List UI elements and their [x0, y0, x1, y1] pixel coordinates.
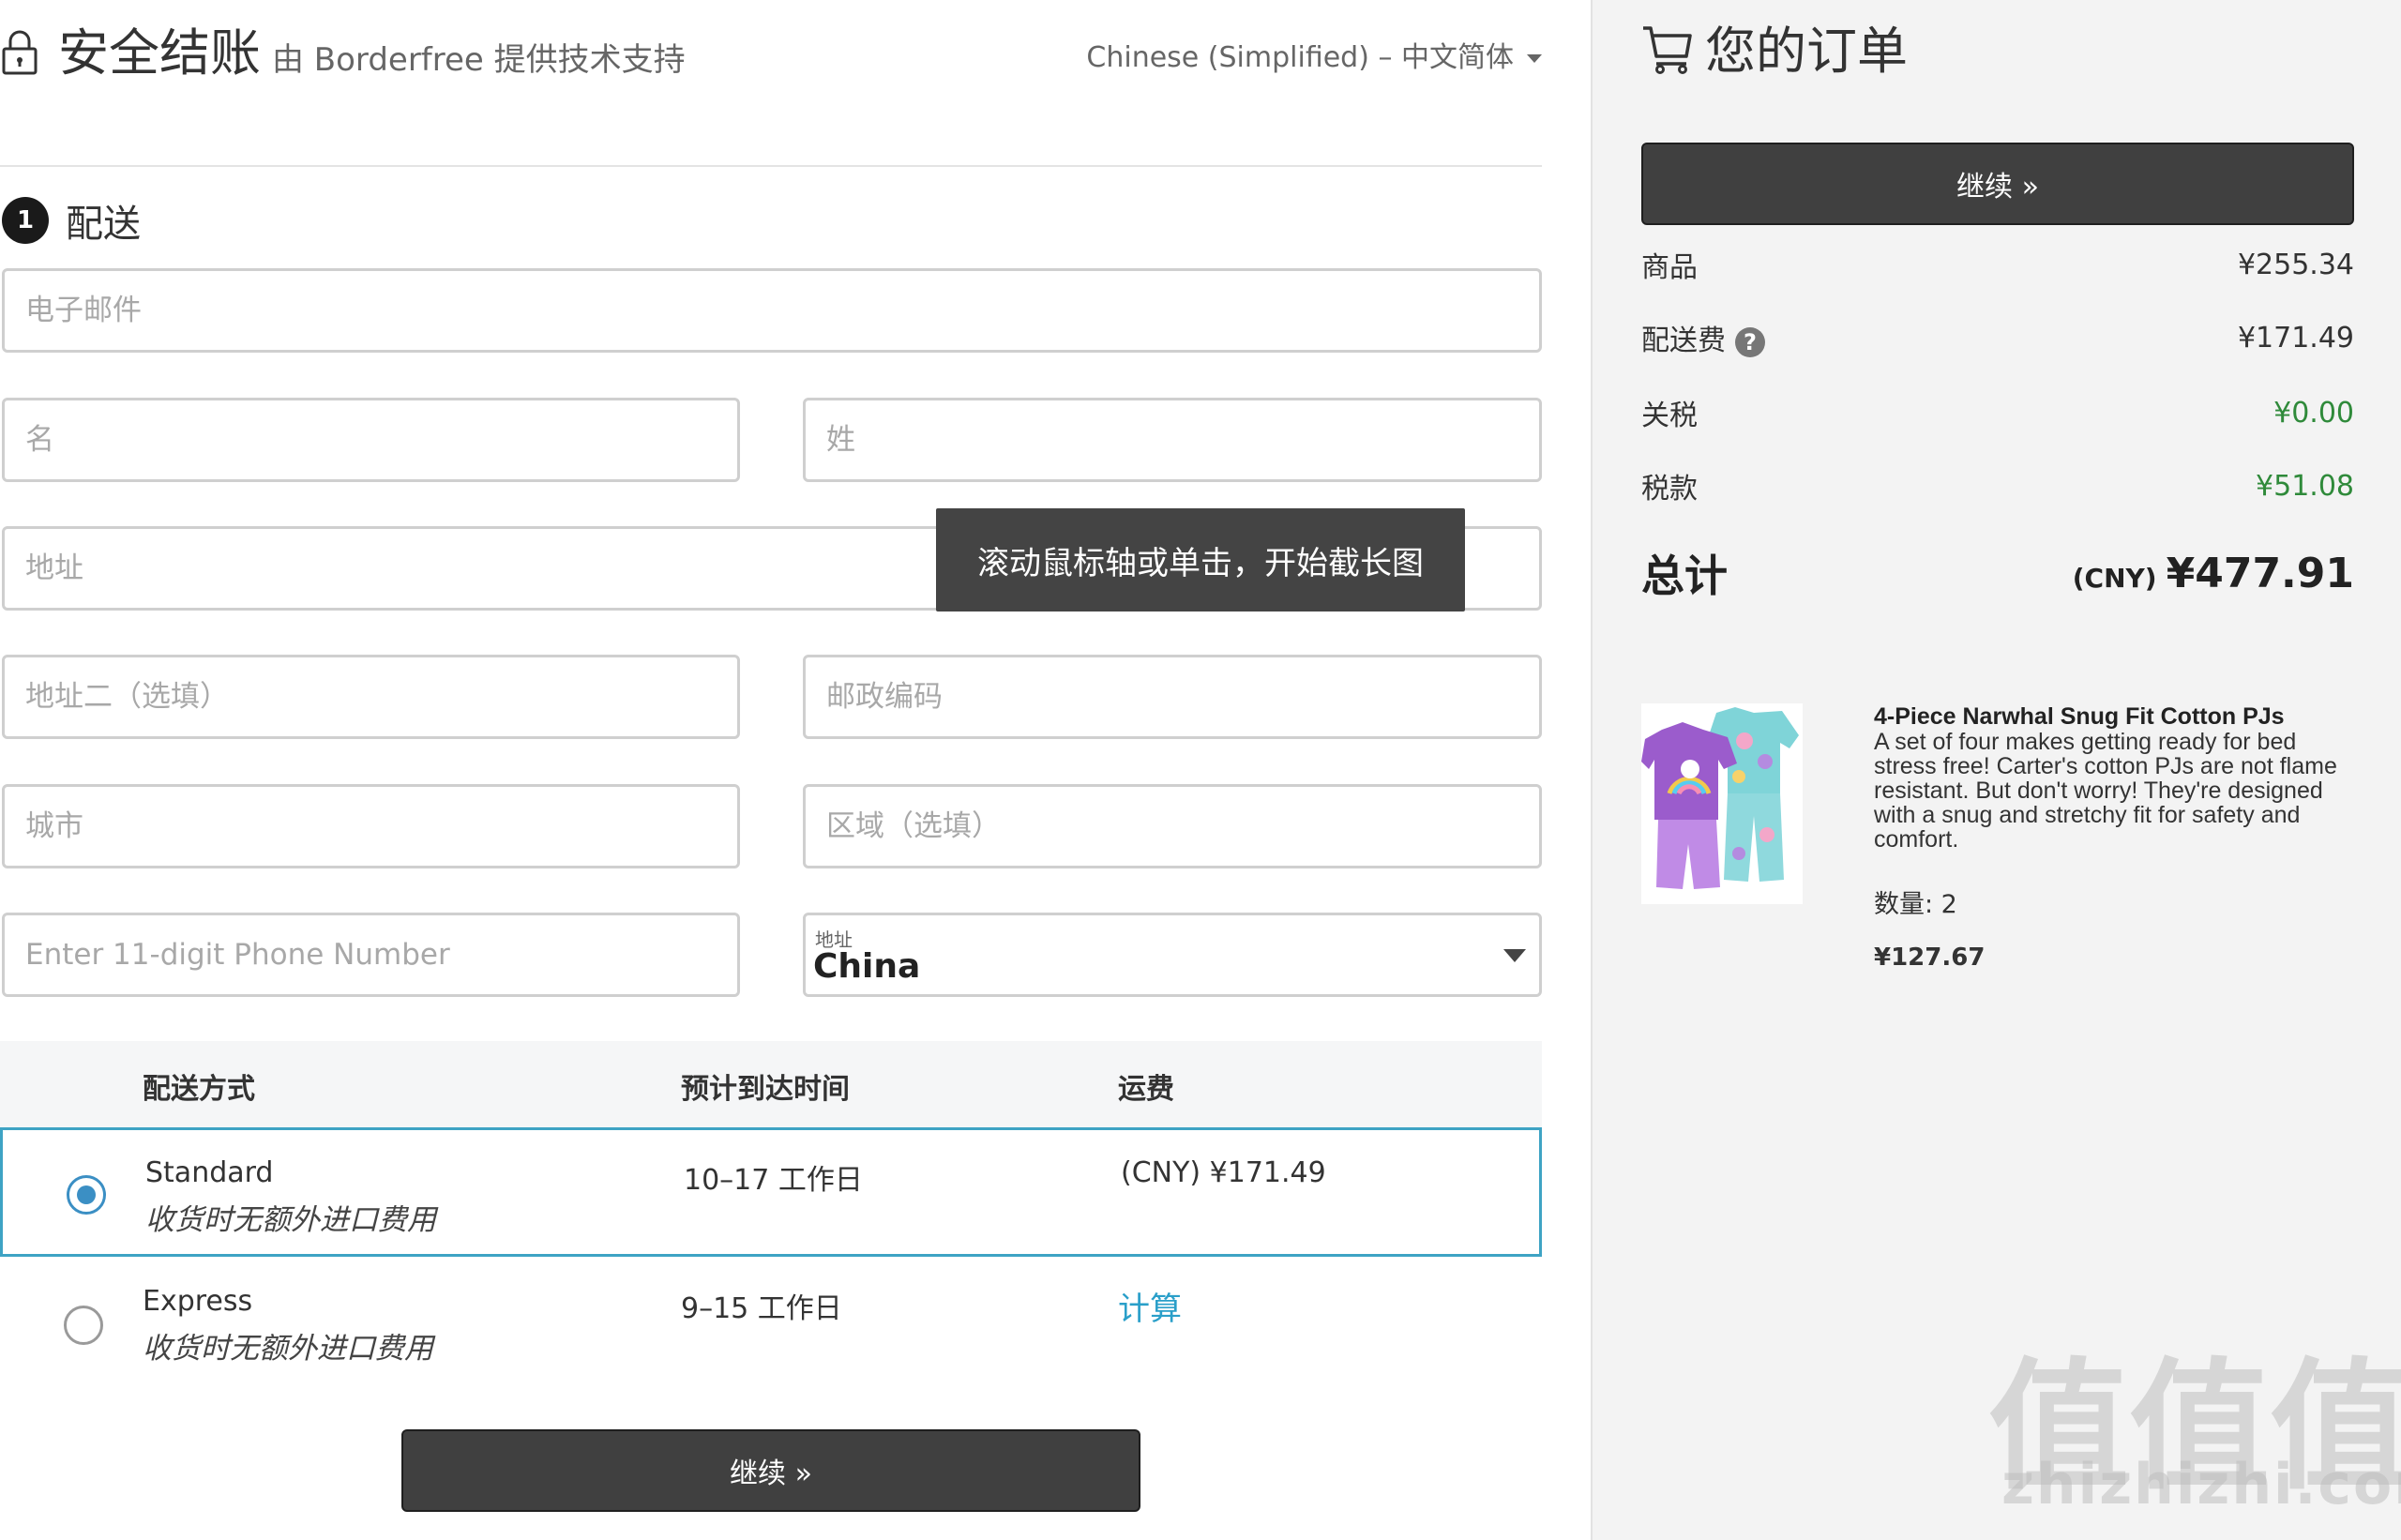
- shipping-fee-label-wrap: 配送费?: [1641, 317, 1765, 358]
- chevron-down-icon: [1503, 949, 1526, 962]
- email-input[interactable]: [5, 271, 1539, 350]
- radio-standard[interactable]: [67, 1175, 106, 1215]
- total-amount: (CNY) ¥477.91: [2073, 550, 2354, 597]
- language-selector[interactable]: Chinese (Simplified) – 中文简体: [1086, 38, 1542, 79]
- shipping-option-note: 收货时无额外进口费用: [145, 1203, 436, 1237]
- help-icon[interactable]: ?: [1735, 326, 1765, 357]
- summary-duty-row: 关税 ¥0.00: [1641, 392, 2354, 433]
- header-method: 配送方式: [143, 1073, 255, 1106]
- summary-total-row: 总计 (CNY) ¥477.91: [1641, 542, 2354, 604]
- duty-label: 关税: [1641, 400, 1698, 432]
- phone-field[interactable]: [2, 913, 740, 997]
- shipping-option-name: Standard: [145, 1156, 274, 1189]
- first-name-field[interactable]: [2, 398, 740, 482]
- address2-field[interactable]: [2, 655, 740, 739]
- postal-code-field[interactable]: [803, 655, 1542, 739]
- summary-tax-row: 税款 ¥51.08: [1641, 465, 2354, 506]
- total-currency: (CNY): [2072, 562, 2157, 594]
- city-field[interactable]: [2, 784, 740, 868]
- postal-code-input[interactable]: [806, 657, 1539, 736]
- shipping-option-express[interactable]: Express 收货时无额外进口费用 9–15 工作日 计算: [0, 1257, 1542, 1386]
- summary-shipping-row: 配送费? ¥171.49: [1641, 317, 2354, 358]
- duty-value: ¥0.00: [2273, 396, 2354, 430]
- step-shipping-heading: 1 配送: [2, 193, 141, 248]
- product-description: A set of four makes getting ready for be…: [1874, 729, 2337, 853]
- page-title: 安全结账: [58, 23, 261, 83]
- shipping-option-standard[interactable]: Standard 收货时无额外进口费用 10–17 工作日 (CNY) ¥171…: [0, 1127, 1542, 1257]
- city-input[interactable]: [5, 787, 737, 866]
- shipping-option-eta: 9–15 工作日: [681, 1292, 842, 1325]
- screenshot-tooltip: 滚动鼠标轴或单击，开始截长图: [936, 508, 1465, 611]
- region-input[interactable]: [806, 787, 1539, 866]
- last-name-input[interactable]: [806, 400, 1539, 479]
- shipping-fee-label: 配送费: [1641, 325, 1726, 357]
- chevron-down-icon: [1527, 53, 1542, 63]
- cart-icon: [1643, 26, 1692, 74]
- powered-by-text: 由 Borderfree 提供技术支持: [272, 41, 686, 79]
- region-field[interactable]: [803, 784, 1542, 868]
- items-value: ¥255.34: [2237, 248, 2354, 281]
- first-name-input[interactable]: [5, 400, 737, 479]
- order-title: 您的订单: [1705, 22, 1908, 81]
- product-price: ¥127.67: [1874, 944, 1986, 972]
- header-cost: 运费: [1118, 1073, 1174, 1106]
- shipping-fee-value: ¥171.49: [2237, 321, 2354, 355]
- email-field[interactable]: [2, 268, 1542, 353]
- watermark-text: zhizhizhi.com: [2001, 1452, 2401, 1517]
- language-label: Chinese (Simplified) – 中文简体: [1086, 41, 1514, 74]
- product-title: 4-Piece Narwhal Snug Fit Cotton PJs: [1874, 703, 2285, 730]
- sidebar-continue-button[interactable]: 继续 »: [1641, 143, 2354, 225]
- total-value: ¥477.91: [2166, 549, 2354, 597]
- checkout-header: 安全结账 由 Borderfree 提供技术支持 Chinese (Simpli…: [0, 0, 1542, 167]
- product-quantity: 数量: 2: [1874, 890, 1957, 919]
- total-label: 总计: [1641, 551, 1728, 601]
- tax-value: ¥51.08: [2256, 469, 2354, 503]
- shipping-option-note: 收货时无额外进口费用: [143, 1332, 433, 1366]
- product-image: [1641, 703, 1803, 904]
- header-eta: 预计到达时间: [681, 1073, 850, 1106]
- shipping-table-header: 配送方式 预计到达时间 运费: [0, 1041, 1542, 1129]
- calculate-shipping-link[interactable]: 计算: [1118, 1283, 1182, 1329]
- shipping-option-cost: (CNY) ¥171.49: [1121, 1156, 1326, 1189]
- step-number-badge: 1: [2, 197, 49, 244]
- step-title: 配送: [66, 203, 141, 246]
- tax-label: 税款: [1641, 473, 1698, 506]
- phone-input[interactable]: [5, 915, 737, 994]
- radio-express[interactable]: [64, 1306, 103, 1345]
- last-name-field[interactable]: [803, 398, 1542, 482]
- summary-items-row: 商品 ¥255.34: [1641, 244, 2354, 285]
- address2-input[interactable]: [5, 657, 737, 736]
- items-label: 商品: [1641, 251, 1698, 284]
- shipping-option-name: Express: [143, 1285, 253, 1318]
- country-value: China: [813, 947, 921, 986]
- lock-icon: [2, 30, 38, 75]
- order-summary-panel: 您的订单 继续 » 商品 ¥255.34 配送费? ¥171.49 关税 ¥0.…: [1591, 0, 2401, 1540]
- site-watermark: 值 值 值 zhizhizhi.com: [1988, 1313, 2401, 1540]
- shipping-option-eta: 10–17 工作日: [684, 1164, 863, 1197]
- country-select[interactable]: 地址 China: [803, 913, 1542, 997]
- continue-button[interactable]: 继续 »: [401, 1429, 1140, 1512]
